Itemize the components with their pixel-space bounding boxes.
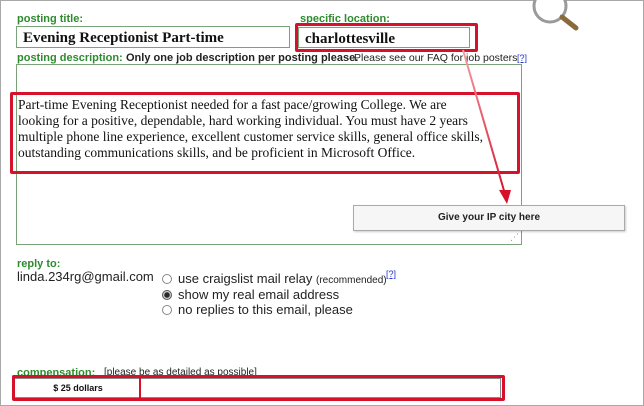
posting-title-label: posting title: — [17, 13, 83, 25]
location-highlight-box — [295, 23, 478, 52]
radio-show-email-label[interactable]: show my real email address — [178, 287, 339, 302]
resize-grip-icon[interactable]: ⋰ — [510, 232, 519, 243]
radio-show-email[interactable] — [162, 290, 172, 300]
recommended-text: (recommended) — [316, 275, 387, 286]
radio-no-replies-label[interactable]: no replies to this email, please — [178, 302, 353, 317]
radio-no-replies[interactable] — [162, 305, 172, 315]
mail-relay-text: use craigslist mail relay — [178, 271, 313, 286]
description-note: Please see our FAQ for job posters — [354, 52, 518, 64]
posting-description-label: posting description: — [17, 52, 123, 64]
description-highlight-box — [10, 92, 520, 174]
mail-relay-help-link[interactable]: [?] — [386, 269, 396, 279]
reply-email: linda.234rg@gmail.com — [17, 269, 154, 284]
compensation-highlight-box — [12, 375, 505, 401]
posting-title-input[interactable]: Evening Receptionist Part-time — [16, 26, 290, 48]
radio-mail-relay-label[interactable]: use craigslist mail relay (recommended) — [178, 271, 387, 286]
description-help-link[interactable]: [?] — [517, 53, 527, 63]
description-note-bold: Only one job description per posting ple… — [126, 52, 359, 64]
location-callout: Give your IP city here — [353, 205, 625, 231]
radio-mail-relay[interactable] — [162, 274, 172, 284]
magnifier-icon — [532, 0, 579, 31]
